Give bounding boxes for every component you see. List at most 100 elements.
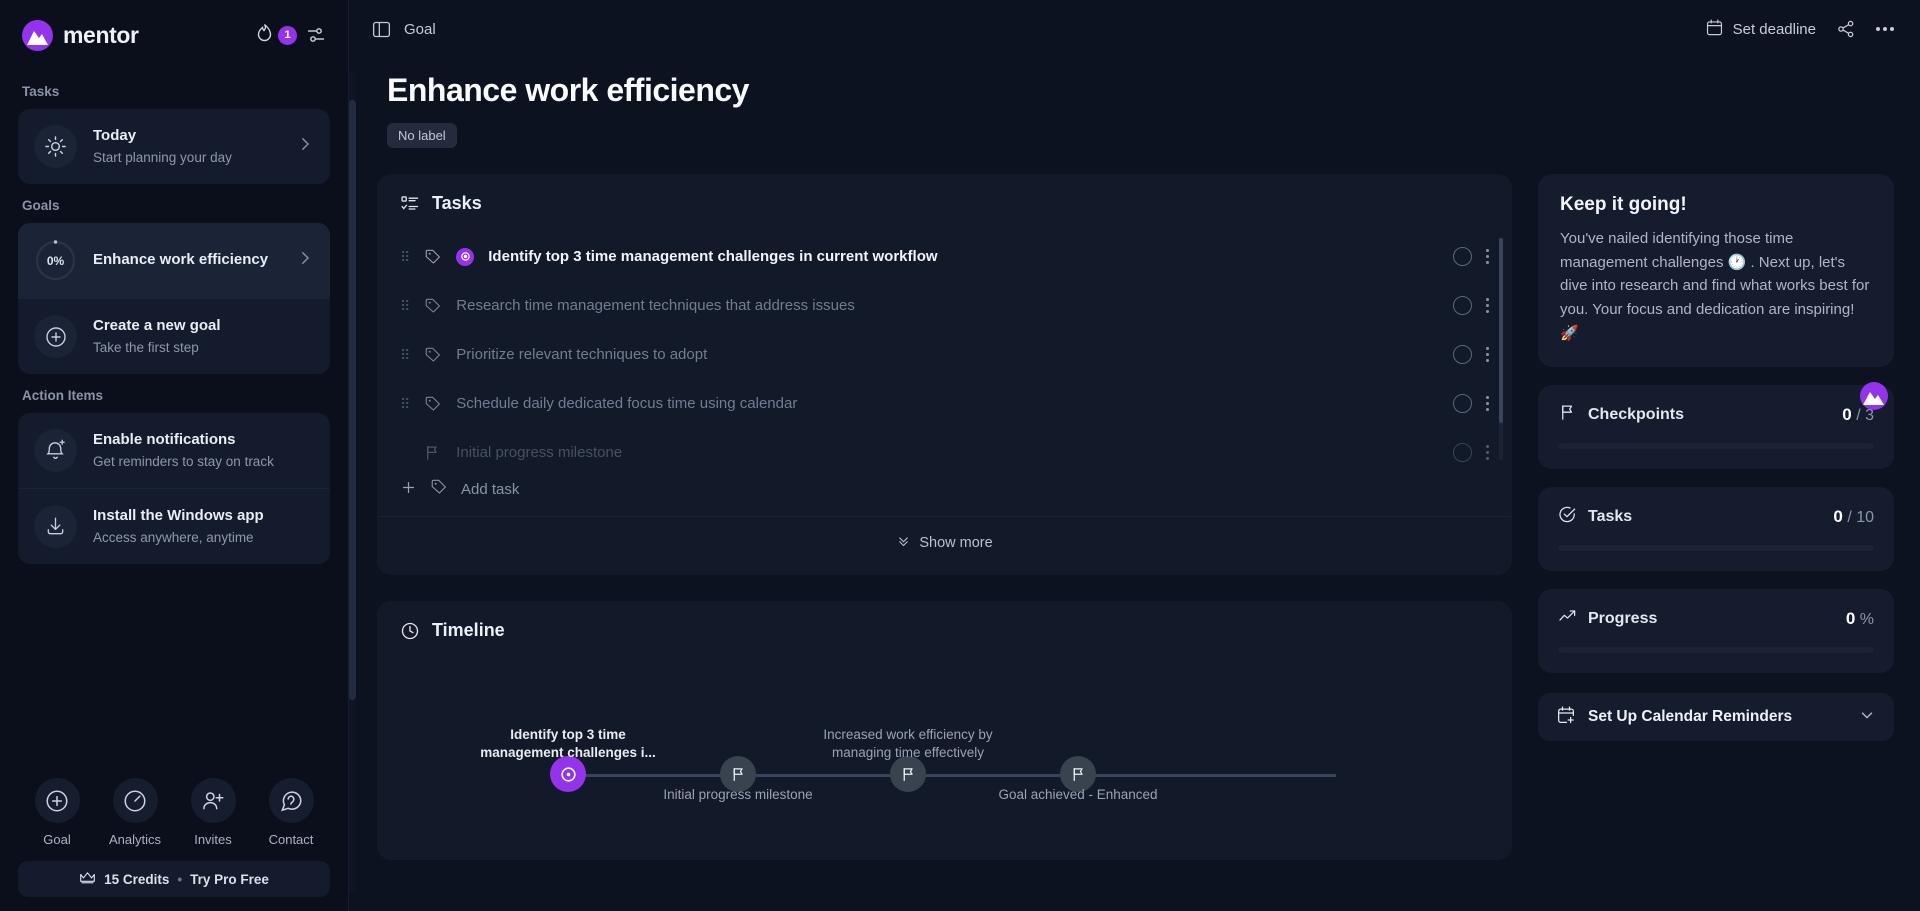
sidebar-section-goals-label: Goals (22, 198, 60, 213)
clock-icon (400, 621, 420, 641)
brand-name: mentor (63, 21, 139, 48)
active-task-badge-icon (456, 247, 475, 266)
plus-icon (400, 479, 417, 500)
stat-label: Checkpoints (1588, 406, 1685, 424)
enable-notifications-title: Enable notifications (93, 430, 236, 448)
install-app-subtitle: Access anywhere, anytime (93, 529, 254, 545)
mentor-logo-icon (22, 19, 53, 51)
task-complete-toggle[interactable] (1452, 394, 1472, 413)
sidebar-create-new-goal[interactable]: Create a new goal Take the first step (18, 298, 330, 374)
page-title: Enhance work efficiency (387, 72, 749, 108)
chevrons-down-icon (896, 533, 911, 552)
task-options-icon[interactable] (1485, 445, 1489, 460)
breadcrumb[interactable]: Goal (404, 21, 436, 38)
timeline-line (568, 774, 1336, 777)
timeline-node-1[interactable]: Identify top 3 time management challenge… (480, 727, 656, 792)
stat-total: / 10 (1847, 509, 1874, 527)
toggle-sidebar-icon[interactable] (371, 19, 392, 40)
enable-notifications-subtitle: Get reminders to stay on track (93, 453, 274, 469)
set-deadline-label: Set deadline (1732, 20, 1816, 38)
more-options-icon[interactable] (1876, 27, 1894, 31)
task-complete-toggle[interactable] (1452, 345, 1472, 364)
sidebar-item-install-windows-app[interactable]: Install the Windows app Access anywhere,… (18, 488, 330, 564)
drag-handle-icon[interactable]: ⠿ (400, 348, 410, 362)
quick-nav-analytics-label: Analytics (108, 832, 162, 847)
tasks-scrollbar[interactable] (1499, 238, 1503, 460)
tasks-card-header: Tasks (378, 175, 1511, 232)
create-goal-title: Create a new goal (93, 316, 221, 334)
tasks-card: Tasks ⠿ Identify top 3 time management c… (377, 174, 1512, 575)
crown-icon (79, 870, 96, 888)
bell-plus-icon (34, 429, 77, 472)
stat-value: 0 (1845, 609, 1856, 629)
timeline-node-4[interactable]: Goal achieved - Enhanced (998, 756, 1158, 802)
timeline-caption: Initial progress milestone (663, 787, 813, 802)
encouragement-body: You've nailed identifying those time man… (1560, 230, 1870, 342)
task-row[interactable]: ⠿ Prioritize relevant techniques to adop… (378, 330, 1511, 379)
add-task-button[interactable]: Add task (378, 464, 1511, 516)
quick-nav-invites[interactable]: Invites (180, 778, 246, 847)
task-complete-toggle[interactable] (1452, 443, 1472, 462)
download-icon (34, 505, 77, 548)
sidebar-item-enable-notifications[interactable]: Enable notifications Get reminders to st… (18, 413, 330, 488)
encouragement-title: Keep it going! (1560, 194, 1687, 215)
timeline-caption: Increased work efficiency by managing ti… (823, 727, 993, 761)
quick-nav-analytics[interactable]: Analytics (102, 778, 168, 847)
credits-banner[interactable]: 15 Credits • Try Pro Free (18, 861, 330, 897)
task-title: Prioritize relevant techniques to adopt (456, 346, 708, 363)
show-more-button[interactable]: Show more (378, 516, 1511, 568)
timeline-caption: Goal achieved - Enhanced (998, 787, 1158, 802)
set-up-calendar-reminders-button[interactable]: Set Up Calendar Reminders (1538, 693, 1894, 742)
sidebar-item-today[interactable]: Today Start planning your day (18, 109, 330, 184)
set-deadline-button[interactable]: Set deadline (1705, 18, 1816, 41)
share-icon[interactable] (1836, 19, 1856, 39)
task-row[interactable]: ⠿ Schedule daily dedicated focus time us… (378, 379, 1511, 428)
sidebar-goal-enhance-work-efficiency[interactable]: 0% Enhance work efficiency (18, 223, 330, 298)
timeline-track-area: Identify top 3 time management challenge… (378, 659, 1511, 859)
timeline-node-2[interactable]: Initial progress milestone (663, 756, 813, 802)
create-goal-subtitle: Take the first step (93, 339, 199, 355)
task-row[interactable]: ⠿ Research time management techniques th… (378, 281, 1511, 330)
secondary-column: Keep it going! You've nailed identifying… (1538, 174, 1894, 860)
encouragement-card: Keep it going! You've nailed identifying… (1538, 174, 1894, 368)
task-options-icon[interactable] (1485, 249, 1489, 264)
task-complete-toggle[interactable] (1452, 247, 1472, 266)
drag-handle-icon[interactable]: ⠿ (400, 250, 410, 264)
flame-icon (256, 23, 273, 47)
task-options-icon[interactable] (1485, 298, 1489, 313)
assistant-avatar-button[interactable] (1860, 382, 1888, 410)
sidebar-goals-card: 0% Enhance work efficiency Create a new … (18, 223, 330, 374)
streak-indicator[interactable]: 1 (256, 23, 297, 47)
tag-icon (424, 395, 442, 413)
task-list-icon (400, 194, 420, 214)
quick-nav-goal[interactable]: Goal (24, 778, 90, 847)
task-row[interactable]: ⠿ Initial progress milestone (378, 428, 1511, 464)
drag-handle-icon[interactable]: ⠿ (400, 397, 410, 411)
try-pro-free-link[interactable]: Try Pro Free (190, 872, 269, 887)
page-scroll-area: Enhance work efficiency No label Tasks ⠿… (349, 58, 1920, 911)
timeline-node-3[interactable]: Increased work efficiency by managing ti… (823, 727, 993, 792)
filters-icon[interactable] (306, 25, 326, 45)
task-options-icon[interactable] (1485, 347, 1489, 362)
sidebar: mentor 1 Tasks Today Start planning your… (0, 0, 349, 911)
user-plus-icon (190, 778, 236, 823)
tasks-list: ⠿ Identify top 3 time management challen… (378, 232, 1511, 574)
tag-icon (424, 346, 442, 364)
task-options-icon[interactable] (1485, 396, 1489, 411)
quick-nav-contact[interactable]: Contact (258, 778, 324, 847)
main-content: Goal Set deadline Enhance work efficienc… (349, 0, 1920, 911)
sidebar-header: mentor 1 (0, 0, 348, 70)
quick-nav-contact-label: Contact (268, 832, 314, 847)
tag-icon (424, 248, 442, 266)
trending-up-icon (1558, 607, 1577, 631)
chevron-right-icon (296, 135, 314, 158)
goal-label-chip[interactable]: No label (387, 123, 457, 148)
flag-icon (1558, 403, 1577, 427)
task-complete-toggle[interactable] (1452, 296, 1472, 315)
task-row[interactable]: ⠿ Identify top 3 time management challen… (378, 232, 1511, 281)
drag-handle-icon[interactable]: ⠿ (400, 299, 410, 313)
sun-icon (34, 125, 77, 168)
timeline-card-title: Timeline (432, 620, 505, 640)
quick-nav: Goal Analytics Invites Contact (18, 774, 330, 847)
credits-amount: 15 Credits (104, 871, 170, 887)
